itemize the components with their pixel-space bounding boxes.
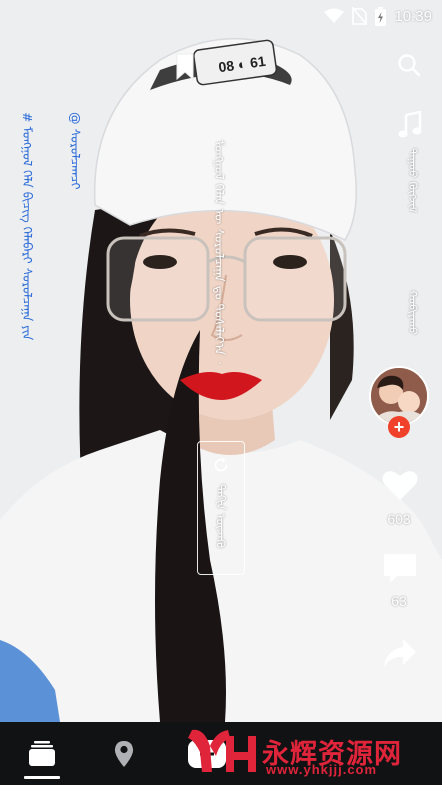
watermark-url: www.yhkjjj.com xyxy=(266,762,378,777)
author-handle[interactable]: @ ᠰᠤᠷᠤᠯᠴᠠᠭᠴᠢ xyxy=(64,112,86,192)
share-label[interactable]: ᠬᠤᠪᠢᠶᠠᠬᠤ xyxy=(403,290,422,335)
video-hashtags[interactable]: # ᠮᠣᠩᠭᠣᠯ ᠬᠡᠯᠡ ᠪᠢᠴᠢᠭ ᠬᠡᠯᠡᠪᠡᠷᠢ ᠰᠤᠷᠤᠯᠴᠠᠭᠠ ᠶ… xyxy=(19,112,35,352)
watermark-logo xyxy=(188,729,256,772)
watermark: 永辉资源网 www.yhkjjj.com xyxy=(186,724,442,780)
music-label[interactable]: ᠳᠠᠭᠤᠤ ᠬᠦᠭᠵᠢᠮ xyxy=(403,148,422,233)
clock: 10:39 xyxy=(394,7,432,25)
share-arrow-icon[interactable] xyxy=(381,636,419,670)
stack-icon xyxy=(29,740,55,766)
music-note-icon[interactable] xyxy=(395,110,425,140)
app-screen: 08 ◐ 61 10:39 # ᠮᠣᠩᠭᠣᠯ ᠬᠡᠯᠡ ᠪᠢᠴᠢᠭ ᠬᠡᠯᠡᠪᠡ… xyxy=(0,0,442,785)
follow-plus-button[interactable]: + xyxy=(388,416,410,438)
location-pin-icon xyxy=(114,740,134,767)
battery-charging-icon xyxy=(375,6,387,26)
heart-icon[interactable] xyxy=(380,466,420,504)
wifi-icon xyxy=(324,8,345,23)
nav-nearby-tab[interactable] xyxy=(104,722,144,785)
replay-label: ᠳᠠᠬᠢᠨ ᠦᠵᠡᠬᠦ xyxy=(213,484,228,549)
replay-button[interactable]: ᠳᠠᠬᠢᠨ ᠦᠵᠡᠬᠦ xyxy=(197,441,245,575)
no-sim-icon xyxy=(352,7,368,25)
replay-icon xyxy=(214,457,228,472)
video-caption: ᠮᠣᠩᠭᠣᠯ ᠬᠡᠯᠡᠨ ᠦ ᠰᠤᠷᠤᠯᠴᠠᠭᠠ ᠳᠤ ᠲᠤᠰᠠᠯᠠᠶ᠎ᠠ ᠂ xyxy=(212,140,227,364)
comment-icon[interactable] xyxy=(381,552,419,586)
active-tab-indicator xyxy=(24,776,60,779)
search-icon[interactable] xyxy=(394,50,424,80)
status-bar: 10:39 xyxy=(0,0,442,32)
comment-count: 63 xyxy=(391,593,407,609)
bookmark-icon[interactable] xyxy=(174,52,196,82)
like-count: 603 xyxy=(387,511,411,527)
